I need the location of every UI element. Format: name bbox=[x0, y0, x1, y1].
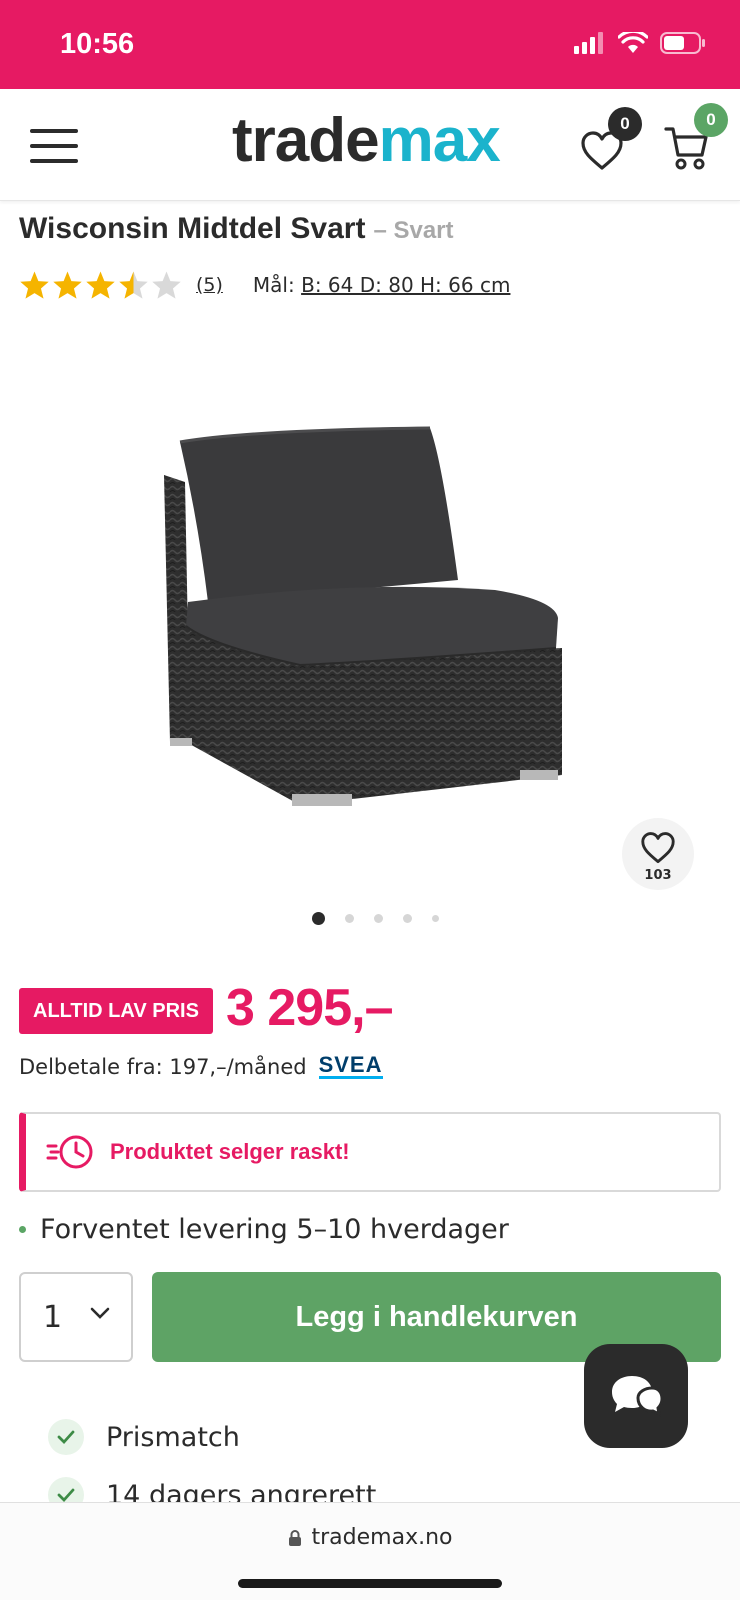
benefit-item: Prismatch bbox=[48, 1408, 376, 1466]
cart-button[interactable]: 0 bbox=[664, 103, 728, 173]
cellular-signal-icon bbox=[574, 32, 603, 54]
battery-icon bbox=[660, 32, 705, 54]
carousel-dot[interactable] bbox=[344, 914, 354, 923]
product-price: 3 295,– bbox=[226, 979, 393, 1037]
trademax-logo[interactable]: trademax bbox=[232, 105, 501, 176]
benefit-label: Prismatch bbox=[106, 1421, 240, 1453]
empty-star-icon bbox=[152, 271, 181, 299]
carousel-dot[interactable] bbox=[431, 915, 439, 922]
installment-info: Delbetale fra: 197,–/måned SVEA bbox=[19, 1054, 383, 1079]
dimensions-value[interactable]: B: 64 D: 80 H: 66 cm bbox=[301, 273, 510, 297]
half-star-icon bbox=[119, 271, 148, 299]
carousel-dot[interactable] bbox=[402, 914, 412, 923]
rating-row: (5) Mål: B: 64 D: 80 H: 66 cm bbox=[19, 270, 510, 300]
product-name: Wisconsin Midtdel Svart bbox=[19, 212, 366, 245]
delivery-bullet bbox=[19, 1226, 26, 1233]
review-count-link[interactable]: (5) bbox=[196, 274, 223, 296]
alert-text: Produktet selger raskt! bbox=[110, 1139, 350, 1164]
wifi-icon bbox=[618, 32, 648, 53]
rating-stars[interactable] bbox=[19, 270, 182, 300]
wishlist-count-badge: 0 bbox=[608, 107, 642, 141]
selling-fast-alert: Produktet selger raskt! bbox=[19, 1112, 721, 1192]
carousel-dot[interactable] bbox=[373, 914, 383, 923]
check-icon bbox=[48, 1419, 84, 1455]
carousel-dot[interactable] bbox=[311, 912, 325, 925]
menu-icon[interactable] bbox=[30, 129, 78, 163]
status-bar: 10:56 bbox=[0, 0, 740, 89]
price-badge: ALLTID LAV PRIS bbox=[19, 988, 213, 1034]
chat-button[interactable] bbox=[584, 1344, 688, 1448]
browser-url-bar[interactable]: trademax.no bbox=[0, 1502, 740, 1600]
installment-text: Delbetale fra: 197,–/måned bbox=[19, 1054, 307, 1079]
dimensions: Mål: B: 64 D: 80 H: 66 cm bbox=[253, 273, 511, 297]
image-carousel-dots bbox=[0, 912, 740, 925]
home-indicator bbox=[238, 1579, 502, 1588]
svea-logo[interactable]: SVEA bbox=[318, 1054, 383, 1079]
lock-icon bbox=[288, 1529, 301, 1546]
fast-clock-icon bbox=[46, 1135, 93, 1169]
logo-part-trade: trade bbox=[232, 106, 380, 175]
chevron-down-icon bbox=[90, 1307, 110, 1319]
product-image[interactable] bbox=[150, 420, 580, 830]
system-icons bbox=[574, 32, 706, 54]
chat-bubbles-icon bbox=[612, 1376, 664, 1417]
site-header: trademax 0 0 bbox=[0, 89, 740, 201]
url-display[interactable]: trademax.no bbox=[0, 1525, 740, 1550]
quantity-value: 1 bbox=[43, 1300, 63, 1335]
heart-icon bbox=[641, 832, 675, 864]
star-icon bbox=[53, 271, 82, 299]
favorite-button[interactable]: 103 bbox=[622, 818, 694, 890]
delivery-info: Forventet levering 5–10 hverdager bbox=[19, 1214, 509, 1245]
product-page: 10:56 trademax 0 0 Wisconsin Midtdel Sva… bbox=[0, 0, 740, 1600]
status-time: 10:56 bbox=[60, 28, 135, 60]
cart-count-badge: 0 bbox=[694, 103, 728, 137]
logo-part-max: max bbox=[378, 106, 501, 175]
product-title: Wisconsin Midtdel Svart – Svart bbox=[19, 212, 454, 246]
url-text: trademax.no bbox=[311, 1525, 453, 1550]
star-icon bbox=[86, 271, 115, 299]
wishlist-button[interactable]: 0 bbox=[580, 107, 642, 173]
delivery-text: Forventet levering 5–10 hverdager bbox=[40, 1214, 509, 1245]
favorite-count: 103 bbox=[644, 868, 672, 883]
product-variant: – Svart bbox=[373, 217, 454, 244]
quantity-select[interactable]: 1 bbox=[19, 1272, 133, 1362]
star-icon bbox=[20, 271, 49, 299]
dimensions-label: Mål: bbox=[252, 273, 295, 297]
